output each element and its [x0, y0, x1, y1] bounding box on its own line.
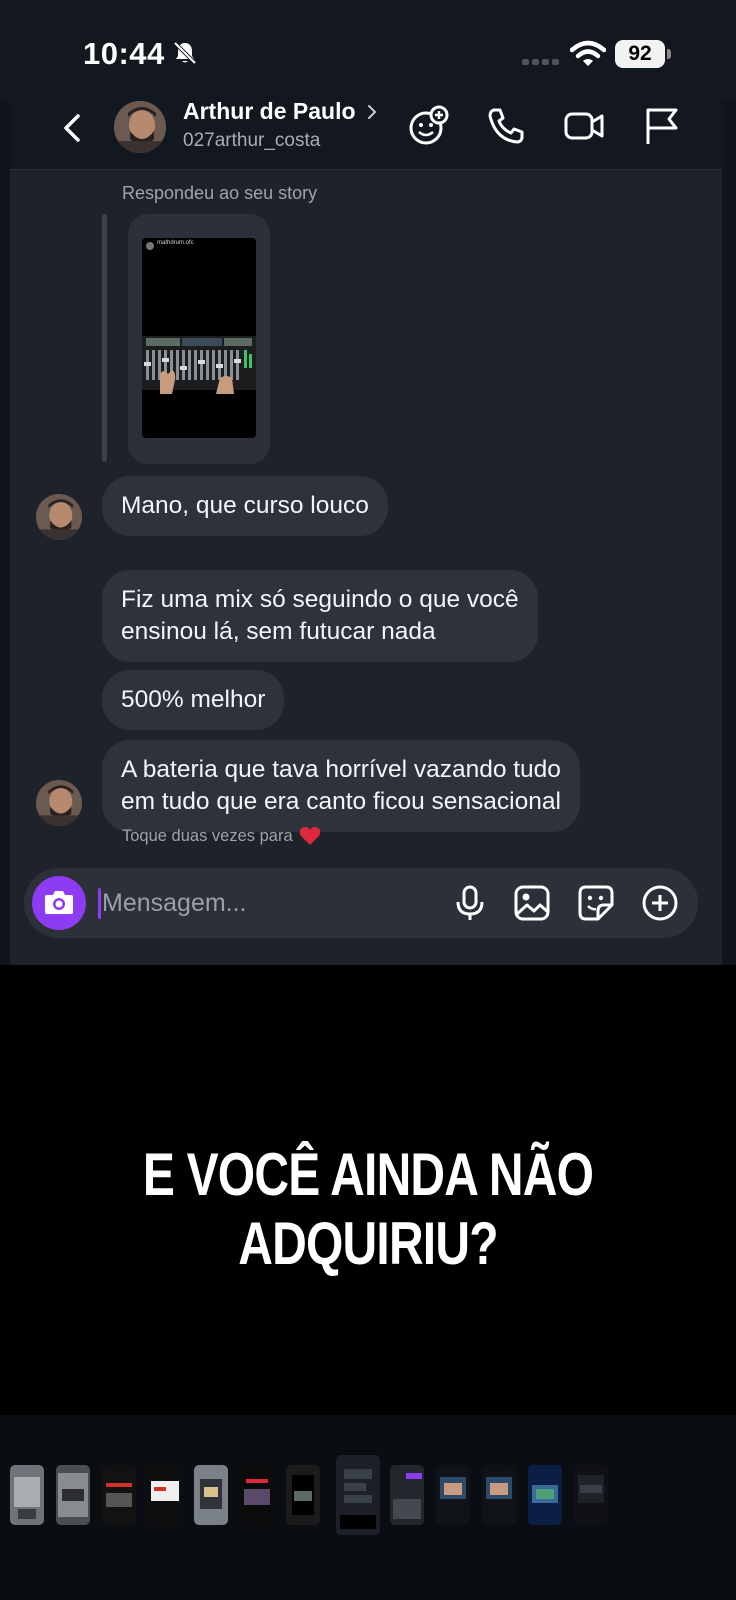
- thumbnail[interactable]: [482, 1465, 516, 1525]
- message-bubble[interactable]: Fiz uma mix só seguindo o que você ensin…: [102, 570, 538, 662]
- gallery-icon[interactable]: [512, 883, 552, 923]
- battery-level: 92: [615, 40, 665, 68]
- avatar[interactable]: [36, 780, 82, 826]
- camera-button[interactable]: [32, 876, 86, 930]
- avatar[interactable]: [36, 494, 82, 540]
- reaction-hint-text: Toque duas vezes para: [122, 826, 293, 845]
- microphone-icon[interactable]: [450, 883, 490, 923]
- story-reply-label: Respondeu ao seu story: [122, 183, 318, 203]
- reply-indicator-line: [102, 214, 107, 462]
- flag-icon[interactable]: [640, 104, 684, 148]
- video-icon[interactable]: [562, 104, 606, 148]
- message-bubble[interactable]: A bateria que tava horrível vazando tudo…: [102, 740, 580, 832]
- thumbnail[interactable]: [148, 1465, 182, 1525]
- story-account-avatar: [146, 242, 154, 250]
- text-cursor: [98, 888, 101, 919]
- caption-overlay: E VOCÊ AINDA NÃO ADQUIRIU?: [0, 965, 736, 1415]
- thumbnail[interactable]: [528, 1465, 562, 1525]
- camera-icon: [45, 891, 73, 914]
- wifi-icon: [570, 40, 606, 66]
- heart-icon: [299, 826, 320, 845]
- battery-icon: 92: [615, 40, 671, 68]
- thumbnail[interactable]: [10, 1465, 44, 1525]
- thumbnail[interactable]: [436, 1465, 470, 1525]
- reaction-hint: Toque duas vezes para: [122, 826, 321, 846]
- message-bubble[interactable]: Mano, que curso louco: [102, 476, 388, 536]
- chevron-right-icon: [367, 104, 376, 119]
- chat-panel: Arthur de Paulo 027arthur_costa Responde…: [10, 96, 722, 976]
- mixer-image: [142, 336, 256, 394]
- thumbnail[interactable]: [286, 1465, 320, 1525]
- signal-dots-icon: [522, 59, 559, 65]
- back-chevron-icon[interactable]: [58, 108, 88, 148]
- status-bar: 10:44 92: [0, 0, 736, 100]
- contact-name-row[interactable]: Arthur de Paulo: [183, 98, 378, 125]
- thumbnail-strip: [0, 1415, 736, 1600]
- story-handle: mathdrum.ofc: [157, 240, 194, 246]
- message-input[interactable]: [102, 880, 432, 926]
- thumbnail[interactable]: [56, 1465, 90, 1525]
- plus-icon[interactable]: [640, 883, 680, 923]
- status-time: 10:44: [83, 36, 165, 71]
- avatar[interactable]: [114, 101, 166, 153]
- message-composer: [24, 868, 698, 938]
- thumbnail[interactable]: [194, 1465, 228, 1525]
- contact-name[interactable]: Arthur de Paulo: [183, 98, 356, 125]
- add-to-chat-icon[interactable]: [406, 104, 450, 148]
- story-preview[interactable]: mathdrum.ofc: [128, 214, 270, 464]
- overlay-caption: E VOCÊ AINDA NÃO ADQUIRIU?: [142, 1141, 594, 1277]
- phone-icon[interactable]: [484, 104, 528, 148]
- message-bubble[interactable]: 500% melhor: [102, 670, 285, 730]
- thumbnail[interactable]: [390, 1465, 424, 1525]
- story-image: mathdrum.ofc: [142, 238, 256, 438]
- thumbnail-selected[interactable]: [336, 1455, 380, 1535]
- chat-header: Arthur de Paulo 027arthur_costa: [10, 96, 722, 170]
- sticker-icon[interactable]: [576, 883, 616, 923]
- thumbnail[interactable]: [240, 1465, 274, 1525]
- bell-slash-icon: [173, 41, 197, 65]
- thumbnail[interactable]: [102, 1465, 136, 1525]
- thumbnail[interactable]: [574, 1465, 608, 1525]
- contact-username: 027arthur_costa: [183, 130, 321, 151]
